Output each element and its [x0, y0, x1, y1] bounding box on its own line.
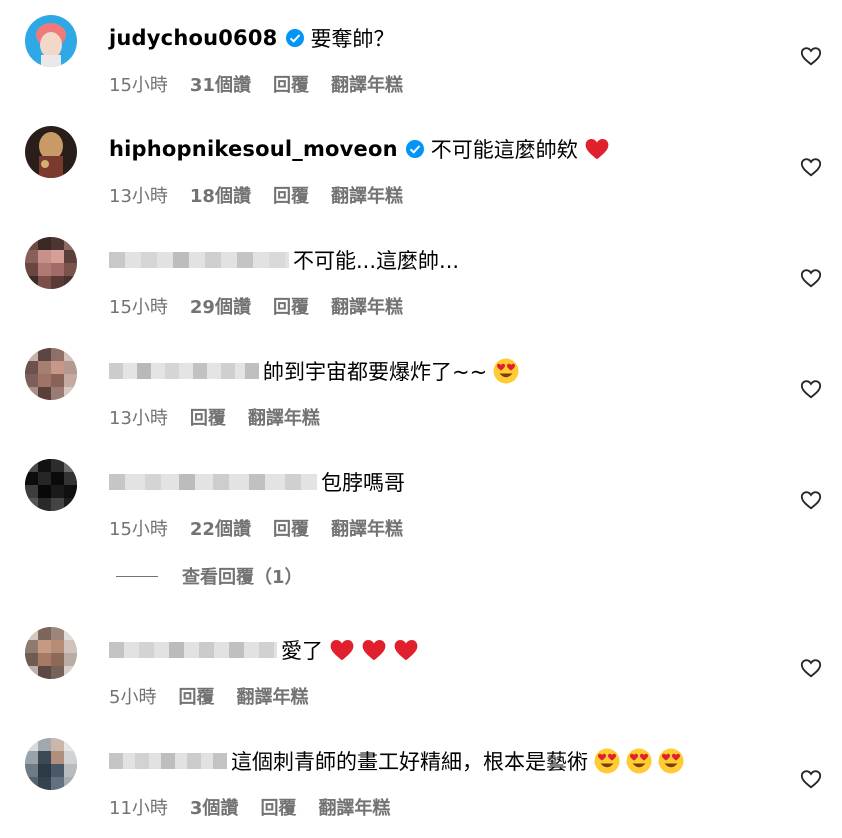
timestamp: 15小時 — [109, 519, 168, 540]
red-heart-emoji — [361, 637, 387, 663]
timestamp: 15小時 — [109, 75, 168, 96]
replies-divider-line — [116, 575, 158, 577]
comment-text: 愛了 — [281, 639, 323, 663]
verified-badge-icon — [285, 28, 305, 48]
avatar[interactable] — [25, 627, 77, 679]
comment-text: 不可能這麼帥欸 — [430, 138, 578, 162]
comment-meta: 15小時 31個讚 回覆 翻譯年糕 — [109, 71, 403, 97]
heart-eyes-emoji — [493, 358, 519, 384]
heart-eyes-emoji — [626, 748, 652, 774]
comment-meta: 11小時 3個讚 回覆 翻譯年糕 — [109, 794, 390, 820]
blurred-username[interactable] — [109, 470, 317, 494]
translate-button[interactable]: 翻譯年糕 — [236, 683, 308, 709]
comment-text: 帥到宇宙都要爆炸了~~ — [263, 360, 488, 384]
red-heart-emoji — [584, 136, 610, 162]
comment-meta: 13小時 18個讚 回覆 翻譯年糕 — [109, 182, 403, 208]
like-heart-icon[interactable] — [800, 489, 822, 511]
comment-meta: 15小時 29個讚 回覆 翻譯年糕 — [109, 293, 403, 319]
heart-eyes-emoji — [658, 748, 684, 774]
like-heart-icon[interactable] — [800, 768, 822, 790]
reply-button[interactable]: 回覆 — [273, 293, 309, 319]
view-replies-label: 查看回覆（1） — [182, 567, 303, 588]
comment-text-line: 包脖嗎哥 — [109, 467, 405, 497]
like-heart-icon[interactable] — [800, 657, 822, 679]
comment-text: 不可能...這麼帥... — [293, 249, 460, 273]
translate-button[interactable]: 翻譯年糕 — [331, 293, 403, 319]
comment-item: 這個刺青師的畫工好精細，根本是藝術 11小時 3個讚 回覆 翻譯年糕 — [0, 738, 842, 838]
red-heart-emoji — [393, 637, 419, 663]
comment-item: 愛了 5小時 回覆 翻譯年糕 — [0, 627, 842, 727]
blurred-username[interactable] — [109, 749, 227, 773]
avatar[interactable] — [25, 348, 77, 400]
timestamp: 15小時 — [109, 297, 168, 318]
timestamp: 5小時 — [109, 687, 157, 708]
translate-button[interactable]: 翻譯年糕 — [331, 182, 403, 208]
like-heart-icon[interactable] — [800, 45, 822, 67]
comment-item: 帥到宇宙都要爆炸了~~ 13小時 回覆 翻譯年糕 — [0, 348, 842, 448]
reply-button[interactable]: 回覆 — [190, 404, 226, 430]
heart-eyes-emoji — [594, 748, 620, 774]
like-heart-icon[interactable] — [800, 267, 822, 289]
red-heart-emoji — [329, 637, 355, 663]
view-replies-button[interactable]: 查看回覆（1） — [116, 563, 303, 589]
comment-text: 包脖嗎哥 — [321, 471, 405, 495]
reply-button[interactable]: 回覆 — [260, 794, 296, 820]
comment-text-line: 不可能...這麼帥... — [109, 245, 459, 275]
like-heart-icon[interactable] — [800, 378, 822, 400]
avatar[interactable] — [25, 15, 77, 67]
blurred-username[interactable] — [109, 638, 277, 662]
reply-button[interactable]: 回覆 — [273, 182, 309, 208]
translate-button[interactable]: 翻譯年糕 — [331, 71, 403, 97]
like-count[interactable]: 31個讚 — [190, 71, 251, 97]
like-heart-icon[interactable] — [800, 156, 822, 178]
comment-text-line: judychou0608 要奪帥？ — [109, 23, 395, 53]
username[interactable]: hiphopnikesoul_moveon — [109, 137, 398, 161]
like-count[interactable]: 18個讚 — [190, 182, 251, 208]
comment-text: 要奪帥？ — [310, 27, 395, 51]
avatar[interactable] — [25, 237, 77, 289]
blurred-username[interactable] — [109, 248, 289, 272]
avatar[interactable] — [25, 126, 77, 178]
comment-item: 不可能...這麼帥... 15小時 29個讚 回覆 翻譯年糕 — [0, 237, 842, 337]
translate-button[interactable]: 翻譯年糕 — [318, 794, 390, 820]
verified-badge-icon — [405, 139, 425, 159]
comment-text: 這個刺青師的畫工好精細，根本是藝術 — [231, 750, 588, 774]
timestamp: 13小時 — [109, 408, 168, 429]
comment-item: judychou0608 要奪帥？ 15小時 31個讚 回覆 翻譯年糕 — [0, 15, 842, 115]
comment-meta: 13小時 回覆 翻譯年糕 — [109, 404, 320, 430]
comment-meta: 5小時 回覆 翻譯年糕 — [109, 683, 308, 709]
comment-item: hiphopnikesoul_moveon 不可能這麼帥欸 13小時 18個讚 … — [0, 126, 842, 226]
avatar[interactable] — [25, 738, 77, 790]
comment-text-line: hiphopnikesoul_moveon 不可能這麼帥欸 — [109, 134, 610, 164]
like-count[interactable]: 29個讚 — [190, 293, 251, 319]
comment-text-line: 愛了 — [109, 635, 419, 665]
reply-button[interactable]: 回覆 — [178, 683, 214, 709]
reply-button[interactable]: 回覆 — [273, 515, 309, 541]
timestamp: 11小時 — [109, 798, 168, 819]
username[interactable]: judychou0608 — [109, 26, 278, 50]
like-count[interactable]: 3個讚 — [190, 794, 239, 820]
blurred-username[interactable] — [109, 359, 259, 383]
comment-meta: 15小時 22個讚 回覆 翻譯年糕 — [109, 515, 403, 541]
reply-button[interactable]: 回覆 — [273, 71, 309, 97]
comment-item: 包脖嗎哥 15小時 22個讚 回覆 翻譯年糕 — [0, 459, 842, 559]
translate-button[interactable]: 翻譯年糕 — [248, 404, 320, 430]
timestamp: 13小時 — [109, 186, 168, 207]
comment-text-line: 帥到宇宙都要爆炸了~~ — [109, 356, 519, 386]
avatar[interactable] — [25, 459, 77, 511]
translate-button[interactable]: 翻譯年糕 — [331, 515, 403, 541]
like-count[interactable]: 22個讚 — [190, 515, 251, 541]
comment-text-line: 這個刺青師的畫工好精細，根本是藝術 — [109, 746, 684, 776]
